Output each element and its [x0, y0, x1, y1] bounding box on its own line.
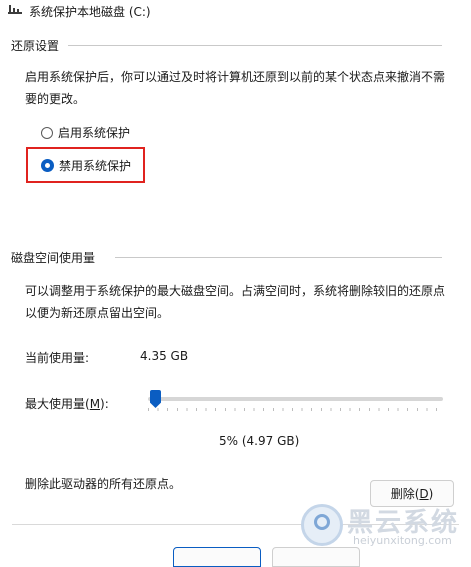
restore-settings-description: 启用系统保护后，你可以通过及时将计算机还原到以前的某个状态点来撤消不需 要的更改…: [25, 66, 445, 110]
group-divider: [115, 257, 442, 258]
max-usage-access-key: M: [89, 397, 101, 411]
watermark: 黑云系统 heiyunxitong.com: [301, 500, 471, 554]
max-usage-label-text: 最大使用量(: [25, 397, 90, 411]
delete-access-key: D: [419, 486, 429, 501]
restore-settings-title: 还原设置: [11, 37, 66, 54]
enable-protection-option[interactable]: 启用系统保护: [41, 124, 130, 141]
watermark-url: heiyunxitong.com: [353, 534, 452, 547]
max-usage-label: 最大使用量(M):: [25, 395, 109, 412]
description-line: 以便为新还原点留出空间。: [25, 306, 170, 320]
enable-protection-label: 启用系统保护: [58, 126, 131, 140]
disk-usage-title: 磁盘空间使用量: [11, 249, 102, 266]
system-properties-icon: [8, 5, 22, 14]
description-line: 可以调整用于系统保护的最大磁盘空间。占满空间时，系统将删除较旧的还原点: [25, 284, 446, 298]
window-title: 系统保护本地磁盘 (C:): [29, 5, 151, 19]
highlight-box: [26, 147, 145, 183]
current-usage-value: 4.35 GB: [140, 349, 189, 363]
radio-unchecked-icon[interactable]: [41, 126, 53, 139]
description-line: 要的更改。: [25, 92, 86, 106]
watermark-logo-ring: [314, 514, 330, 530]
max-usage-label-text: ):: [100, 397, 109, 411]
max-usage-slider-track[interactable]: [148, 397, 443, 401]
description-line: 启用系统保护后，你可以通过及时将计算机还原到以前的某个状态点来撤消不需: [25, 70, 446, 84]
delete-button-text: ): [428, 486, 434, 501]
title-bar: 系统保护本地磁盘 (C:): [0, 0, 471, 24]
group-divider: [68, 45, 442, 46]
ok-button[interactable]: [173, 547, 261, 567]
max-usage-slider-ticks: [148, 408, 443, 411]
current-usage-label: 当前使用量:: [25, 351, 90, 365]
delete-description: 删除此驱动器的所有还原点。: [25, 477, 182, 491]
disk-usage-description: 可以调整用于系统保护的最大磁盘空间。占满空间时，系统将删除较旧的还原点 以便为新…: [25, 280, 445, 324]
max-usage-slider-thumb[interactable]: [150, 390, 161, 408]
max-usage-readout: 5% (4.97 GB): [219, 434, 300, 448]
